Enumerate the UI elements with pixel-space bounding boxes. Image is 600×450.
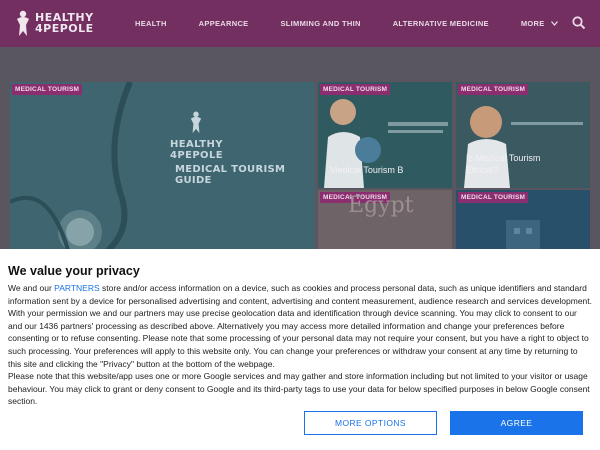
logo-line-2: 4PEPOLE <box>35 22 94 35</box>
featured-logo: HEALTHY 4PEPOLE <box>170 110 223 161</box>
nav-item-health[interactable]: HEALTH <box>135 19 167 28</box>
site-header: HEALTHY 4PEPOLE HEALTH APPEARNCE SLIMMIN… <box>0 0 600 47</box>
header-subband <box>0 47 600 81</box>
featured-post[interactable]: MEDICAL TOURISM <box>456 190 590 257</box>
consent-body-paragraph-2: Please note that this website/app uses o… <box>8 371 590 407</box>
nav-item-appearance[interactable]: APPEARNCE <box>199 19 249 28</box>
post-title[interactable]: Medical Tourism B <box>330 164 403 176</box>
featured-post[interactable]: MEDICAL TOURISM Medical Tourism B <box>318 82 452 188</box>
category-badge[interactable]: MEDICAL TOURISM <box>320 84 391 95</box>
featured-logo-line-2: 4PEPOLE <box>170 150 223 161</box>
chevron-down-icon <box>550 21 558 26</box>
featured-post-large[interactable]: MEDICAL TOURISM HEALTHY 4PEPOLE MEDICAL … <box>10 82 315 257</box>
nav-item-slimming[interactable]: SLIMMING AND THIN <box>280 19 360 28</box>
logo-text: HEALTHY 4PEPOLE <box>35 12 94 34</box>
consent-body-prefix: We and our <box>8 283 55 293</box>
nav-more-label: MORE <box>520 19 545 28</box>
featured-logo-line-1: HEALTHY <box>170 139 223 150</box>
featured-grid: MEDICAL TOURISM HEALTHY 4PEPOLE MEDICAL … <box>10 82 590 257</box>
nav-item-more[interactable]: MORE <box>521 19 558 28</box>
search-icon[interactable] <box>571 15 587 31</box>
featured-post[interactable]: MEDICAL TOURISM Is Medical Tourism Ethic… <box>456 82 590 188</box>
category-badge[interactable]: MEDICAL TOURISM <box>458 84 529 95</box>
privacy-consent-dialog: We value your privacy We and our PARTNER… <box>0 249 600 450</box>
featured-post[interactable]: MEDICAL TOURISM Egypt <box>318 190 452 257</box>
featured-guide-text: MEDICAL TOURISM GUIDE <box>175 164 286 186</box>
category-badge[interactable]: MEDICAL TOURISM <box>12 84 83 95</box>
person-leaf-icon <box>191 111 202 134</box>
agree-button[interactable]: AGREE <box>450 411 583 435</box>
partners-link[interactable]: PARTNERS <box>54 283 100 293</box>
building-illustration <box>506 220 540 257</box>
consent-body-paragraph-1: store and/or access information on a dev… <box>8 283 593 369</box>
more-options-button[interactable]: MORE OPTIONS <box>304 411 437 435</box>
consent-title: We value your privacy <box>8 264 140 278</box>
post-title[interactable]: Is Medical Tourism Ethical? <box>466 152 566 176</box>
nav-item-alternative-medicine[interactable]: ALTERNATIVE MEDICINE <box>393 19 489 28</box>
consent-body: We and our PARTNERS store and/or access … <box>8 282 593 408</box>
post-title[interactable]: Egypt <box>348 195 414 217</box>
site-logo[interactable]: HEALTHY 4PEPOLE <box>14 9 94 37</box>
person-leaf-icon <box>17 10 29 36</box>
main-nav: HEALTH APPEARNCE SLIMMING AND THIN ALTER… <box>135 0 590 47</box>
